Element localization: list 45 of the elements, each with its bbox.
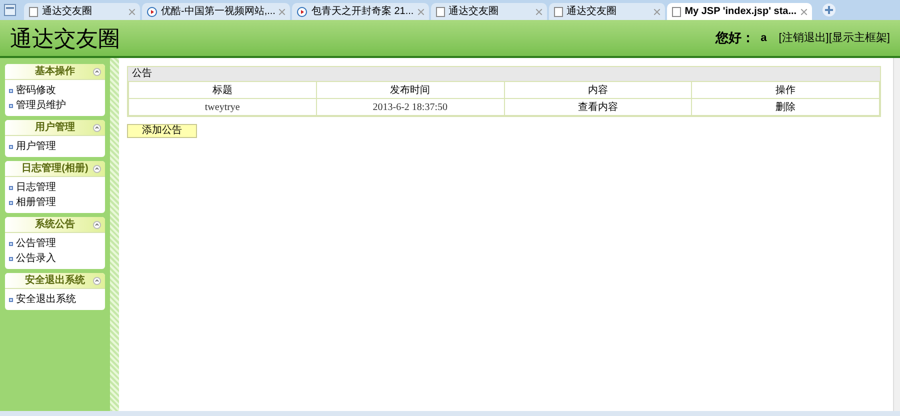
column-header: 操作 [692,82,880,98]
panel-title: 公告 [128,67,880,81]
sidebar-link[interactable]: 日志管理 [16,180,56,195]
tab-title: 通达交友圈 [448,4,499,19]
tab-title: My JSP 'index.jsp' sta... [684,5,797,19]
site-title: 通达交友圈 [10,24,120,52]
table-cell[interactable]: 查看内容 [504,98,692,116]
section-title: 基本操作 [35,64,75,79]
section-title: 系统公告 [35,218,75,232]
section-title: 安全退出系统 [25,273,85,288]
column-header: 内容 [504,82,692,98]
sidebar-link[interactable]: 安全退出系统 [16,292,76,307]
browser-tab[interactable]: 包青天之开封奇案 21... [292,3,429,20]
column-header: 发布时间 [316,82,504,98]
header-link[interactable]: [显示主框架] [828,30,890,46]
section-header[interactable]: 系统公告 [5,217,105,233]
browser-tab[interactable]: 通达交友圈 [24,3,140,20]
user-name: a [760,30,767,46]
section-header[interactable]: 基本操作 [5,64,105,80]
browser-tab[interactable]: My JSP 'index.jsp' sta... [666,3,812,20]
sidebar-link[interactable]: 公告管理 [16,236,56,251]
header-link[interactable]: [注销退出] [778,30,829,46]
sidebar-link[interactable]: 相册管理 [16,195,56,210]
browser-tab[interactable]: 优酷-中国第一视频网站,... [142,3,290,20]
tab-title: 通达交友圈 [42,4,92,19]
section-title: 用户管理 [35,120,75,135]
tab-title: 包青天之开封奇案 21... [311,4,414,19]
browser-tab[interactable]: 通达交友圈 [430,3,547,20]
sidebar-link[interactable]: 密码修改 [16,83,56,98]
table-cell: tweytrye [128,98,316,116]
sidebar-link[interactable]: 公告录入 [16,251,56,266]
sidebar-link[interactable]: 用户管理 [16,139,56,154]
tab-title: 优酷-中国第一视频网站,... [161,4,276,19]
section-header[interactable]: 安全退出系统 [5,273,105,289]
tab-title: 通达交友圈 [566,4,617,19]
sidebar-link[interactable]: 管理员维护 [16,98,66,113]
section-title: 日志管理(相册) [22,162,88,176]
section-header[interactable]: 日志管理(相册) [5,161,105,177]
browser-tab[interactable]: 通达交友圈 [548,3,665,20]
table-cell[interactable]: 删除 [692,98,880,116]
column-header: 标题 [128,82,316,98]
section-header[interactable]: 用户管理 [5,120,105,136]
table-cell: 2013-6-2 18:37:50 [316,98,504,116]
greeting-text: 您好： [716,29,755,48]
add-notice-button[interactable]: 添加公告 [127,124,197,138]
